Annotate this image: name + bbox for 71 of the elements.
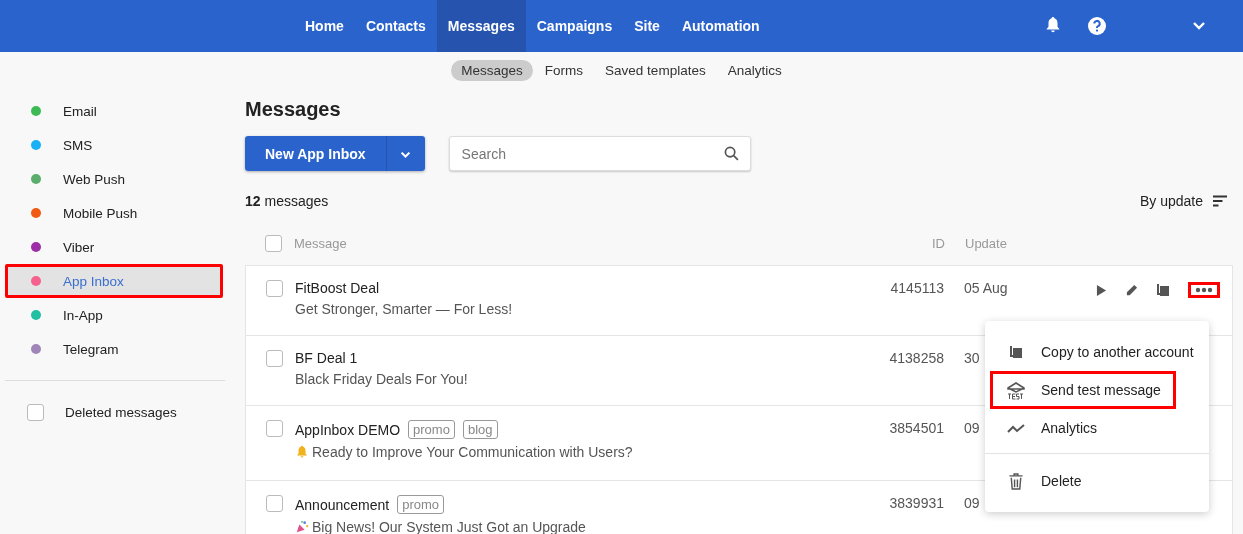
sub-nav-tab[interactable]: Messages [451,59,533,81]
copy-icon[interactable] [1156,283,1170,297]
message-title: FitBoost Deal [295,280,380,296]
nav-tab[interactable]: Automation [670,0,771,52]
column-header: Update [965,235,1008,251]
menu-item[interactable]: Analytics [990,409,1204,447]
update-date: 30 [964,350,981,366]
chevron-down-icon[interactable] [1192,21,1206,31]
message-count: 12 messages [245,193,329,209]
sidebar-item[interactable]: In-App [5,298,223,332]
more-button[interactable] [1188,282,1220,298]
bell-icon [295,445,309,459]
tag: blog [462,420,498,439]
confetti-icon [295,520,309,534]
checkbox[interactable] [266,280,283,297]
column-header: Message [294,235,348,251]
checkbox[interactable] [266,350,283,367]
menu-item[interactable]: Send test message [990,371,1176,409]
sub-nav-tab[interactable]: Saved templates [595,59,716,81]
update-date: 09 [964,495,981,511]
tag: promo [397,495,445,514]
nav-tab[interactable]: Site [623,0,671,52]
new-button[interactable]: New App Inbox [245,136,387,171]
page-title: Messages [245,98,342,121]
sidebar-item[interactable]: Web Push [5,162,223,196]
checkbox-label: Deleted messages [65,404,177,420]
column-header: ID [931,235,945,251]
menu-item[interactable]: Delete [990,462,1204,500]
sidebar-item[interactable]: SMS [5,128,223,162]
checkbox[interactable] [266,420,283,437]
nav-tab[interactable]: Home [294,0,355,52]
line-chart-icon [1005,422,1027,434]
search-icon [723,146,739,161]
message-title: BF Deal 1 [295,350,358,366]
search-field[interactable]: Search [448,136,751,171]
sort-icon [1213,195,1227,207]
sub-nav-tab[interactable]: Analytics [717,59,792,81]
pencil-icon[interactable] [1125,282,1138,298]
bell-icon[interactable] [1044,16,1062,34]
message-title: Announcement [295,496,390,513]
sidebar-item[interactable]: Telegram [5,332,223,366]
dots-icon [1195,287,1213,293]
sidebar-item[interactable]: Viber [5,230,223,264]
message-id: 3854501 [888,420,944,436]
tag: promo [408,420,455,439]
chevron-down-icon [400,150,412,159]
message-preview: Get Stronger, Smarter — For Less! [295,301,513,317]
checkbox[interactable] [265,234,282,252]
nav-tab[interactable]: Contacts [354,0,437,52]
sort-button[interactable]: By update [1139,193,1233,209]
sidebar-item[interactable]: Email [5,94,223,128]
message-preview: Big News! Our System Just Got an Upgrade [312,519,586,534]
menu-item[interactable]: Copy to another account [990,333,1204,371]
message-id: 3839931 [888,495,944,511]
sidebar-item[interactable]: Mobile Push [5,196,223,230]
sidebar-item[interactable]: App Inbox [5,264,223,298]
message-title: AppInbox DEMO [295,421,401,438]
checkbox[interactable] [27,403,44,421]
update-date: 05 Aug [964,280,1009,296]
message-id: 4145113 [889,280,944,296]
sub-nav-tab[interactable]: Forms [534,59,594,81]
nav-tab[interactable]: Messages [436,0,526,52]
help-icon[interactable] [1087,16,1107,36]
checkbox[interactable] [266,495,283,512]
test-envelope-icon [1005,380,1027,400]
nav-tab[interactable]: Campaigns [525,0,624,52]
message-preview: Black Friday Deals For You! [295,371,468,387]
message-preview: Ready to Improve Your Communication with Users? [312,444,633,460]
message-id: 4138258 [888,350,944,366]
play-icon[interactable] [1096,283,1107,297]
update-date: 09 [964,420,981,436]
